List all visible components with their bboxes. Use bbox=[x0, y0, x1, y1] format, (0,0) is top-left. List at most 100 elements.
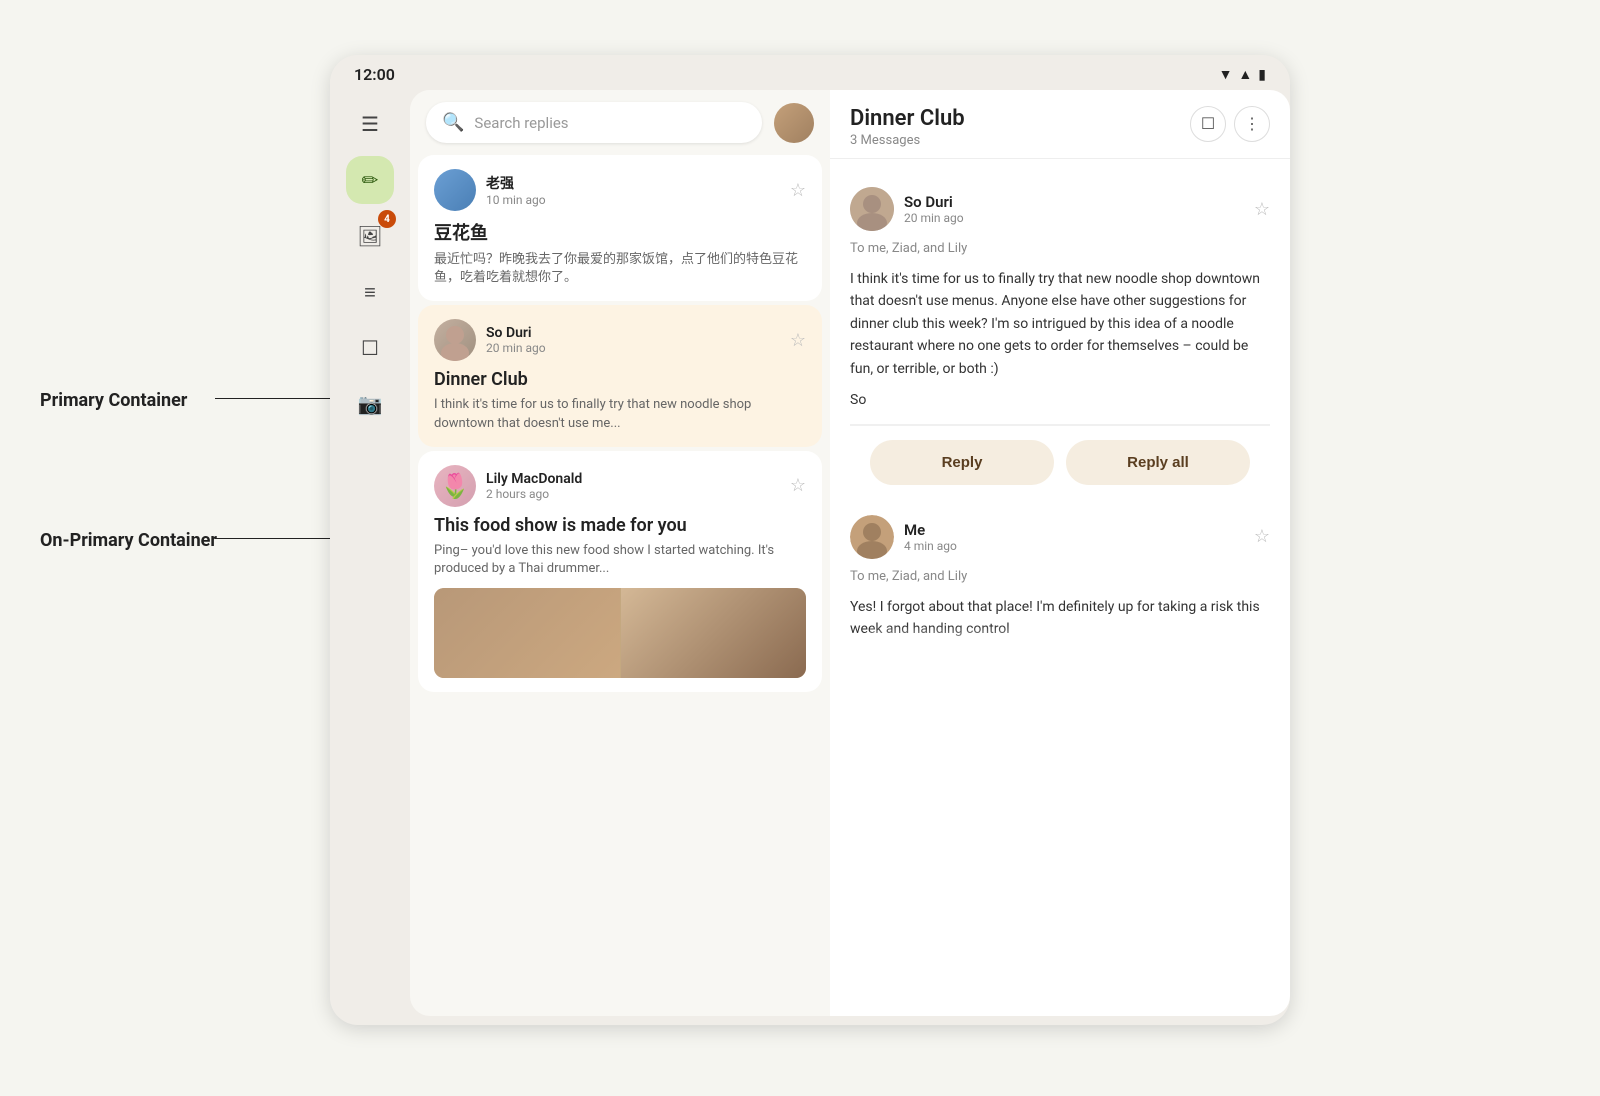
email-card-soduri[interactable]: So Duri 20 min ago ☆ Dinner Club I think… bbox=[418, 305, 822, 446]
detail-square-button[interactable]: ☐ bbox=[1190, 106, 1226, 142]
email-avatar-lily: 🌷 bbox=[434, 465, 476, 507]
sender-name-lily: Lily MacDonald bbox=[486, 471, 582, 487]
wifi-icon: ▼ bbox=[1219, 66, 1233, 83]
sidebar-menu-icon[interactable]: ☰ bbox=[346, 100, 394, 148]
image-icon: 🖼 bbox=[357, 224, 382, 248]
sidebar-video-icon[interactable]: 📷 bbox=[346, 380, 394, 428]
email-image-right bbox=[620, 588, 807, 678]
sender-time-lily: 2 hours ago bbox=[486, 487, 582, 501]
message-name-soduri: So Duri bbox=[904, 193, 964, 211]
message-sender-info-soduri: So Duri 20 min ago bbox=[850, 187, 964, 231]
sender-info-lily: 🌷 Lily MacDonald 2 hours ago bbox=[434, 465, 582, 507]
sender-meta: 老强 10 min ago bbox=[486, 173, 546, 207]
sidebar-notifications-icon[interactable]: 🖼 4 bbox=[346, 212, 394, 260]
email-subject-laomao: 豆花鱼 bbox=[434, 219, 806, 245]
reply-all-button[interactable]: Reply all bbox=[1066, 440, 1250, 485]
message-body-soduri: I think it's time for us to finally try … bbox=[850, 268, 1270, 380]
email-avatar-soduri bbox=[434, 319, 476, 361]
sender-name-soduri: So Duri bbox=[486, 325, 546, 341]
email-card-header: 老强 10 min ago ☆ bbox=[434, 169, 806, 211]
email-card-laomao[interactable]: 老强 10 min ago ☆ 豆花鱼 最近忙吗？昨晚我去了你最爱的那家饭馆，点… bbox=[418, 155, 822, 301]
email-preview-lily: Ping– you'd love this new food show I st… bbox=[434, 542, 806, 578]
detail-title-area: Dinner Club 3 Messages bbox=[850, 106, 965, 148]
message-to-soduri: To me, Ziad, and Lily bbox=[850, 241, 1270, 256]
phone-frame: 12:00 ▼ ▲ ▮ ☰ ✏ 🖼 4 bbox=[330, 55, 1290, 1025]
email-preview-soduri: I think it's time for us to finally try … bbox=[434, 396, 806, 432]
status-time: 12:00 bbox=[354, 65, 395, 84]
message-meta-soduri: So Duri 20 min ago bbox=[904, 193, 964, 225]
message-time-me: 4 min ago bbox=[904, 539, 957, 553]
email-detail-panel: Dinner Club 3 Messages ☐ ⋮ bbox=[830, 90, 1290, 1016]
status-bar: 12:00 ▼ ▲ ▮ bbox=[330, 55, 1290, 90]
battery-icon: ▮ bbox=[1258, 67, 1266, 83]
sender-name: 老强 bbox=[486, 173, 546, 193]
email-list: 老强 10 min ago ☆ 豆花鱼 最近忙吗？昨晚我去了你最爱的那家饭馆，点… bbox=[410, 155, 830, 1016]
message-header-me: Me 4 min ago ☆ bbox=[850, 515, 1270, 559]
email-card-header-lily: 🌷 Lily MacDonald 2 hours ago ☆ bbox=[434, 465, 806, 507]
search-bar: 🔍 Search replies bbox=[410, 90, 830, 155]
sidebar-list-icon[interactable]: ≡ bbox=[346, 268, 394, 316]
chat-icon: ☐ bbox=[361, 336, 379, 360]
message-block-me: Me 4 min ago ☆ To me, Ziad, and Lily Yes… bbox=[850, 499, 1270, 657]
user-avatar-img bbox=[774, 103, 814, 143]
reply-buttons: Reply Reply all bbox=[850, 425, 1270, 499]
avatar-img-lily: 🌷 bbox=[434, 465, 476, 507]
star-icon-laomao[interactable]: ☆ bbox=[790, 180, 806, 201]
pencil-icon: ✏ bbox=[362, 168, 379, 192]
signal-icon: ▲ bbox=[1238, 66, 1252, 83]
star-icon-soduri[interactable]: ☆ bbox=[790, 330, 806, 351]
email-image-left bbox=[434, 588, 620, 678]
sender-meta-soduri: So Duri 20 min ago bbox=[486, 325, 546, 355]
sender-time-soduri: 20 min ago bbox=[486, 341, 546, 355]
detail-actions: ☐ ⋮ bbox=[1190, 106, 1270, 142]
sender-info: 老强 10 min ago bbox=[434, 169, 546, 211]
email-card-lily[interactable]: 🌷 Lily MacDonald 2 hours ago ☆ This food… bbox=[418, 451, 822, 692]
notification-badge: 4 bbox=[378, 210, 396, 228]
sender-time: 10 min ago bbox=[486, 193, 546, 207]
reply-button[interactable]: Reply bbox=[870, 440, 1054, 485]
message-signature-soduri: So bbox=[850, 392, 1270, 408]
status-icons: ▼ ▲ ▮ bbox=[1219, 66, 1266, 83]
search-icon: 🔍 bbox=[442, 112, 464, 133]
star-icon-msg-soduri[interactable]: ☆ bbox=[1254, 199, 1270, 220]
video-icon: 📷 bbox=[358, 392, 383, 416]
sender-meta-lily: Lily MacDonald 2 hours ago bbox=[486, 471, 582, 501]
message-to-me: To me, Ziad, and Lily bbox=[850, 569, 1270, 584]
sidebar: ☰ ✏ 🖼 4 ≡ ☐ 📷 bbox=[330, 90, 410, 1016]
main-content: ☰ ✏ 🖼 4 ≡ ☐ 📷 bbox=[330, 90, 1290, 1016]
page-wrapper: Primary Container On-Primary Container 1… bbox=[0, 0, 1600, 1096]
message-sender-info-me: Me 4 min ago bbox=[850, 515, 957, 559]
email-subject-lily: This food show is made for you bbox=[434, 515, 806, 536]
sender-info-soduri: So Duri 20 min ago bbox=[434, 319, 546, 361]
list-icon: ≡ bbox=[364, 280, 376, 305]
message-avatar-soduri bbox=[850, 187, 894, 231]
sidebar-compose-icon[interactable]: ✏ bbox=[346, 156, 394, 204]
detail-count: 3 Messages bbox=[850, 133, 965, 148]
detail-title: Dinner Club bbox=[850, 106, 965, 131]
label-primary-container: Primary Container bbox=[40, 390, 187, 411]
truncate-gradient bbox=[870, 625, 1250, 655]
message-block-soduri: So Duri 20 min ago ☆ To me, Ziad, and Li… bbox=[850, 171, 1270, 425]
email-preview-laomao: 最近忙吗？昨晚我去了你最爱的那家饭馆，点了他们的特色豆花鱼，吃着吃着就想你了。 bbox=[434, 251, 806, 287]
email-image-lily bbox=[434, 588, 806, 678]
star-icon-msg-me[interactable]: ☆ bbox=[1254, 526, 1270, 547]
message-meta-me: Me 4 min ago bbox=[904, 521, 957, 553]
user-avatar[interactable] bbox=[774, 103, 814, 143]
message-name-me: Me bbox=[904, 521, 957, 539]
email-list-panel: 🔍 Search replies bbox=[410, 90, 830, 1016]
search-input-wrapper[interactable]: 🔍 Search replies bbox=[426, 102, 762, 143]
email-messages: So Duri 20 min ago ☆ To me, Ziad, and Li… bbox=[830, 159, 1290, 1016]
message-time-soduri: 20 min ago bbox=[904, 211, 964, 225]
avatar-img-soduri bbox=[434, 319, 476, 361]
search-placeholder: Search replies bbox=[474, 114, 568, 132]
message-avatar-me bbox=[850, 515, 894, 559]
hamburger-icon: ☰ bbox=[361, 112, 379, 136]
email-avatar-laomao bbox=[434, 169, 476, 211]
detail-more-button[interactable]: ⋮ bbox=[1234, 106, 1270, 142]
avatar-img-laomao bbox=[434, 169, 476, 211]
email-card-header-soduri: So Duri 20 min ago ☆ bbox=[434, 319, 806, 361]
star-icon-lily[interactable]: ☆ bbox=[790, 475, 806, 496]
sidebar-chat-icon[interactable]: ☐ bbox=[346, 324, 394, 372]
email-subject-soduri: Dinner Club bbox=[434, 369, 806, 390]
message-header-soduri: So Duri 20 min ago ☆ bbox=[850, 187, 1270, 231]
